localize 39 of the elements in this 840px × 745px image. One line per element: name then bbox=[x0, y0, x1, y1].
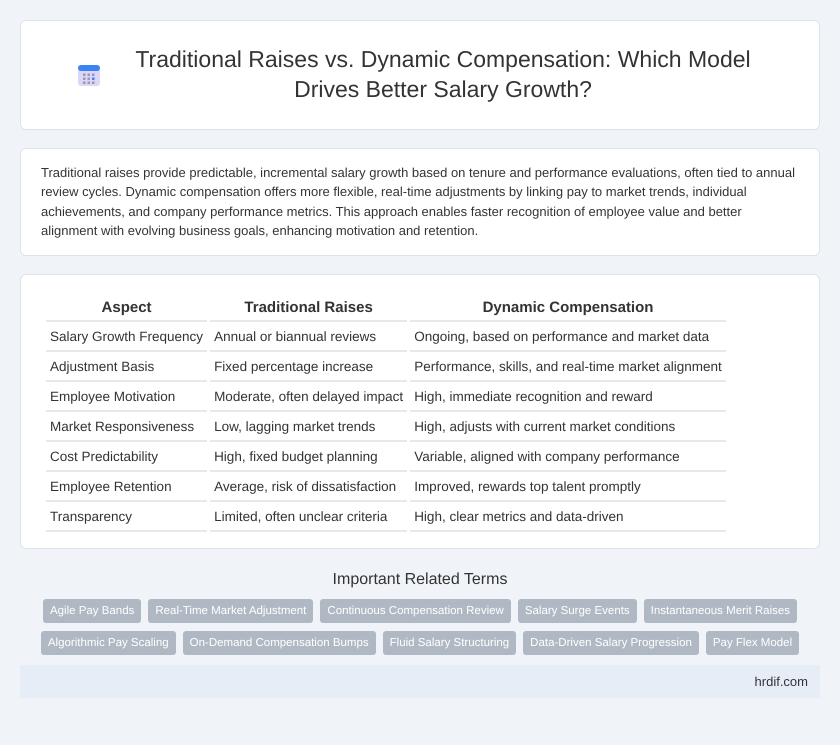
table-cell: Annual or biannual reviews bbox=[210, 322, 408, 352]
summary-paragraph: Traditional raises provide predictable, incremental salary growth based on tenure and performance evaluations, often tied to annual review cycles. Dynamic compensation offers more flexible, real-time adjustments by linking pay to market trends, individual achievements, and company performance metrics. This approach enables faster recognition of employee value and better alignment with evolving business goals, enhancing motivation and retention. bbox=[40, 164, 796, 240]
table-cell: Moderate, often delayed impact bbox=[210, 382, 408, 412]
column-header: Dynamic Compensation bbox=[410, 294, 726, 322]
column-header: Aspect bbox=[46, 294, 208, 322]
term-tag[interactable]: Data-Driven Salary Progression bbox=[523, 630, 699, 655]
table-cell: Improved, rewards top talent promptly bbox=[410, 472, 726, 502]
table-cell: Market Responsiveness bbox=[46, 412, 208, 442]
table-cell: Average, risk of dissatisfaction bbox=[210, 472, 408, 502]
site-name: hrdif.com bbox=[754, 674, 808, 689]
table-cell: Transparency bbox=[46, 502, 208, 532]
page-title: Traditional Raises vs. Dynamic Compensation: Which Model Drives Better Salary Growth? bbox=[134, 45, 752, 104]
table-cell: Fixed percentage increase bbox=[210, 352, 408, 382]
table-cell: Low, lagging market trends bbox=[210, 412, 408, 442]
table-cell: High, adjusts with current market conditions bbox=[410, 412, 726, 442]
term-tag[interactable]: Continuous Compensation Review bbox=[320, 598, 511, 623]
table-cell: High, clear metrics and data-driven bbox=[410, 502, 726, 532]
table-cell: Employee Motivation bbox=[46, 382, 208, 412]
column-header: Traditional Raises bbox=[210, 294, 408, 322]
table-cell: Salary Growth Frequency bbox=[46, 322, 208, 352]
term-tag[interactable]: Fluid Salary Structuring bbox=[382, 630, 516, 655]
calendar-icon bbox=[77, 62, 101, 87]
table-cell: Limited, often unclear criteria bbox=[210, 502, 408, 532]
table-cell: Performance, skills, and real-time market alignment bbox=[410, 352, 726, 382]
table-cell: Ongoing, based on performance and market data bbox=[410, 322, 726, 352]
term-tag[interactable]: Salary Surge Events bbox=[518, 598, 637, 623]
table-cell: Adjustment Basis bbox=[46, 352, 208, 382]
term-tag[interactable]: Agile Pay Bands bbox=[42, 598, 142, 623]
table-cell: High, immediate recognition and reward bbox=[410, 382, 726, 412]
table-cell: Employee Retention bbox=[46, 472, 208, 502]
term-tag[interactable]: Algorithmic Pay Scaling bbox=[40, 630, 176, 655]
term-tag[interactable]: Pay Flex Model bbox=[706, 630, 800, 655]
term-tag[interactable]: Real-Time Market Adjustment bbox=[148, 598, 314, 623]
table-cell: Cost Predictability bbox=[46, 442, 208, 472]
term-tag[interactable]: Instantaneous Merit Raises bbox=[644, 598, 798, 623]
section-title: Important Related Terms bbox=[332, 570, 508, 589]
term-tag[interactable]: On-Demand Compensation Bumps bbox=[182, 630, 376, 655]
table-cell: High, fixed budget planning bbox=[210, 442, 408, 472]
table-cell: Variable, aligned with company performance bbox=[410, 442, 726, 472]
